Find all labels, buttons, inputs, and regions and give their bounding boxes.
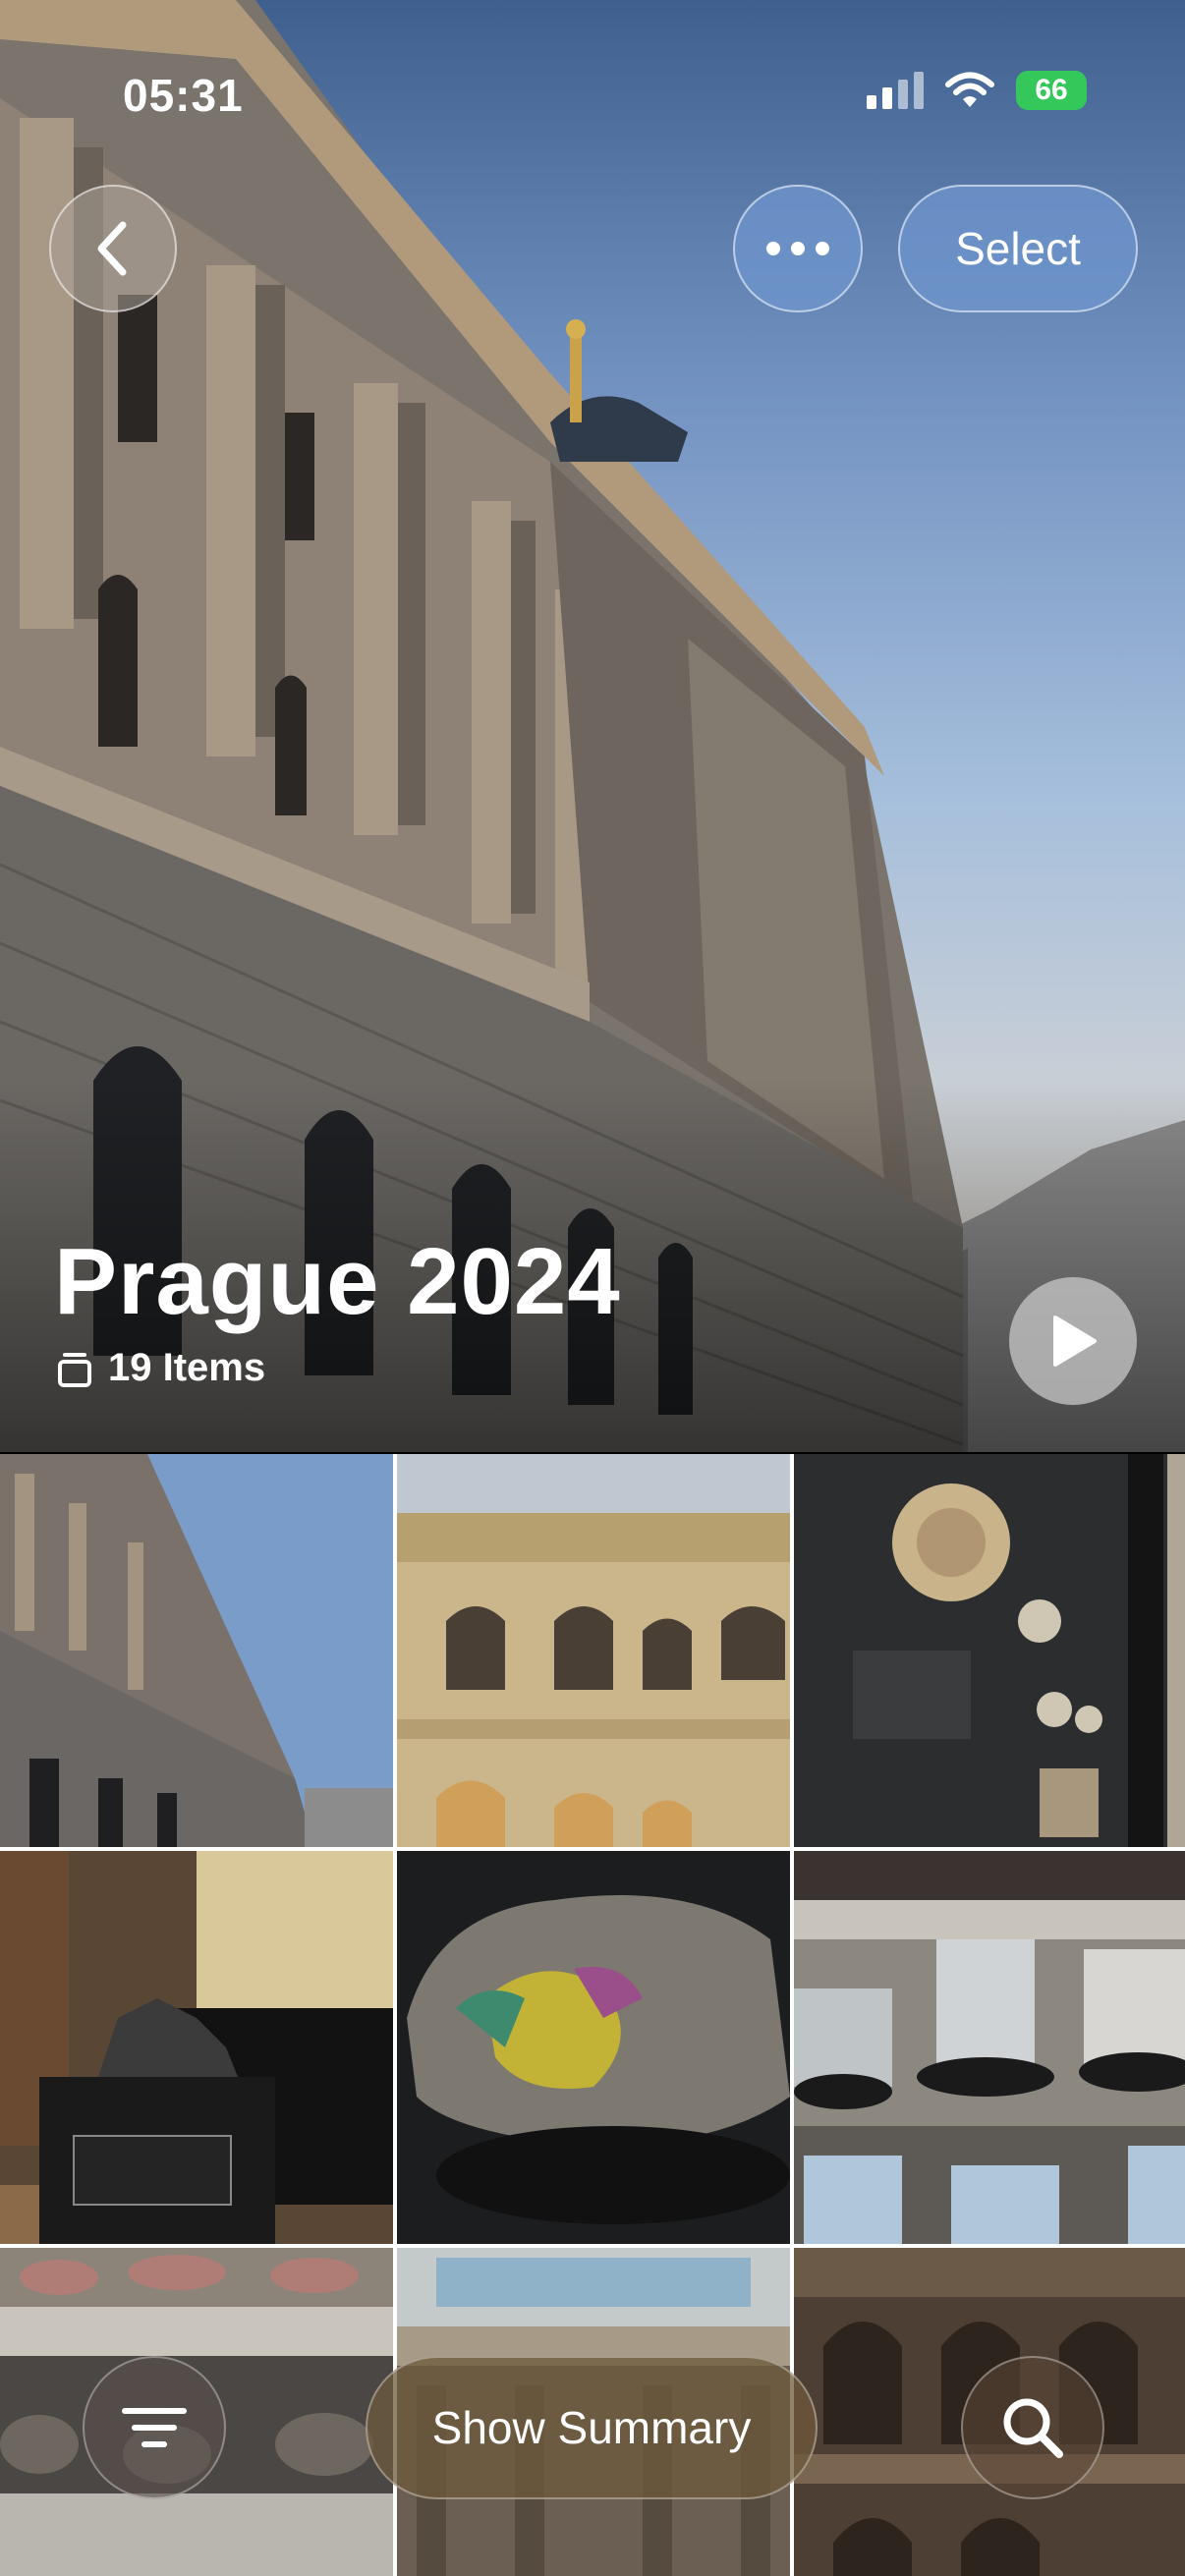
more-options-button[interactable] [733, 185, 863, 312]
meteorite-exhibit-photo [0, 1851, 393, 2244]
photo-thumbnail[interactable] [0, 1454, 393, 1847]
photo-thumbnail[interactable] [794, 1851, 1185, 2244]
play-slideshow-button[interactable] [1009, 1277, 1137, 1405]
select-button[interactable]: Select [898, 185, 1138, 312]
search-button[interactable] [961, 2356, 1104, 2499]
album-item-count: 19 Items [57, 1346, 265, 1390]
battery-level: 66 [1035, 74, 1068, 106]
fossil-exhibit-photo [794, 1454, 1185, 1847]
photo-thumbnail[interactable] [397, 1851, 790, 2244]
stack-icon [58, 1352, 91, 1387]
battery-indicator: 66 [1016, 71, 1087, 110]
magnifier-icon [1003, 2398, 1063, 2458]
chevron-left-icon [97, 221, 127, 276]
photo-thumbnail[interactable] [397, 1454, 790, 1847]
photo-thumbnail[interactable] [0, 1851, 393, 2244]
filter-lines-icon [122, 2408, 187, 2447]
iridescent-mineral-photo [397, 1851, 790, 2244]
status-time: 05:31 [123, 70, 244, 121]
show-summary-button[interactable]: Show Summary [366, 2356, 818, 2499]
ellipsis-icon [766, 242, 829, 255]
album-count-label: 19 Items [108, 1346, 266, 1389]
cellular-signal-icon [867, 72, 924, 109]
status-indicators: 66 [867, 71, 1087, 110]
facade-photo [0, 1454, 393, 1847]
crystal-shelf-photo [794, 1851, 1185, 2244]
play-icon [1053, 1316, 1097, 1367]
album-title: Prague 2024 [54, 1229, 621, 1334]
wifi-icon [945, 72, 994, 107]
filter-button[interactable] [83, 2356, 226, 2499]
photo-thumbnail[interactable] [794, 1454, 1185, 1847]
back-button[interactable] [49, 185, 177, 312]
courtyard-photo [397, 1454, 790, 1847]
